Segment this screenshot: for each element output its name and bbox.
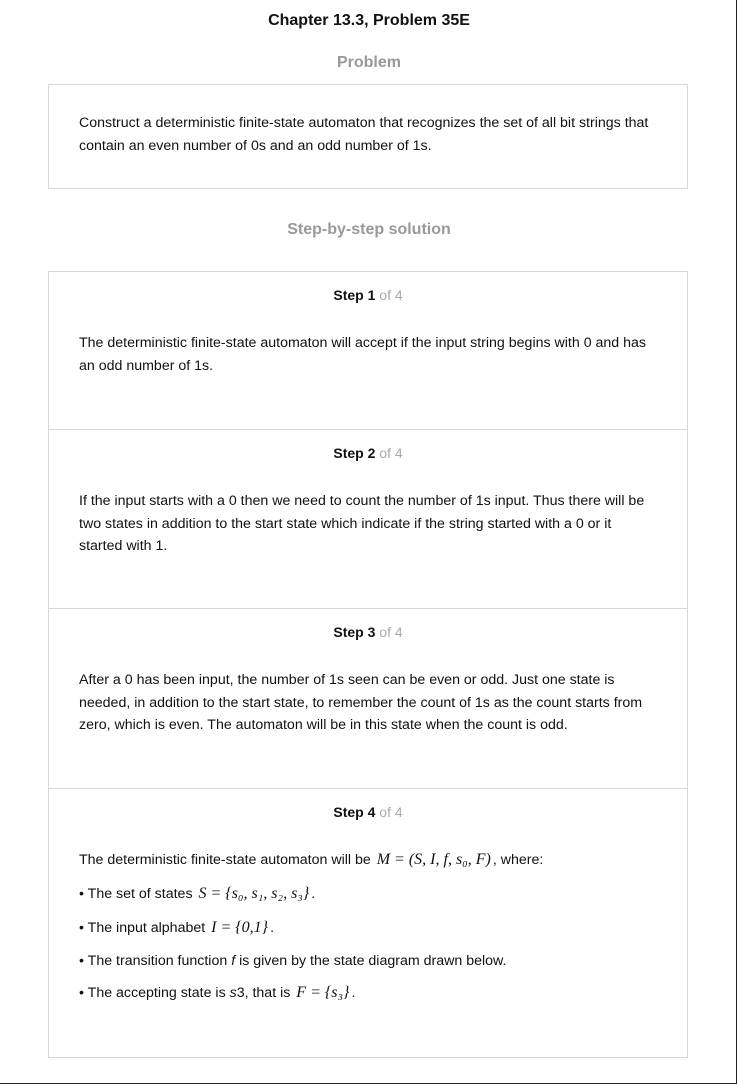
step-1-header: Step 1 of 4 [49, 287, 687, 303]
step-label: Step [333, 287, 364, 303]
step-label: Step [333, 445, 364, 461]
automaton-formula: M = (S, I, f, s₀, F) [376, 851, 491, 868]
bullet-end: is given by the state diagram drawn belo… [235, 953, 507, 969]
step-4: Step 4 of 4 The deterministic finite-sta… [49, 788, 687, 1059]
step-label: Step [333, 804, 364, 820]
step-3-text: After a 0 has been input, the number of … [79, 672, 643, 733]
step-3: Step 3 of 4 After a 0 has been input, th… [49, 608, 687, 789]
bullet-end: . [351, 985, 356, 1001]
step-4-intro: The deterministic finite-state automaton… [79, 849, 657, 871]
step-number: 1 [367, 287, 376, 303]
solution-box: Step 1 of 4 The deterministic finite-sta… [48, 271, 688, 1058]
alphabet-formula: I = {0,1} [211, 919, 269, 936]
step-1: Step 1 of 4 The deterministic finite-sta… [49, 272, 687, 429]
bullet-end: . [311, 886, 316, 902]
bullet-end: . [270, 920, 275, 936]
step-2-header: Step 2 of 4 [49, 445, 687, 461]
step-2-text: If the input starts with a 0 then we nee… [79, 493, 645, 554]
step-of: of 4 [379, 445, 403, 461]
bullet-text: • The accepting state is [79, 985, 230, 1001]
step-of: of 4 [379, 624, 403, 640]
solution-heading: Step-by-step solution [287, 221, 451, 238]
states-formula: S = {s₀, s₁, s₂, s₃} [198, 885, 310, 902]
bullet-mid: 3, that is [236, 985, 291, 1001]
step-label: Step [333, 624, 364, 640]
step-of: of 4 [379, 287, 403, 303]
step-4-header: Step 4 of 4 [49, 804, 687, 820]
step-3-header: Step 3 of 4 [49, 624, 687, 640]
step-2: Step 2 of 4 If the input starts with a 0… [49, 429, 687, 609]
step-number: 3 [367, 624, 376, 640]
bullet-transition: • The transition function f is given by … [79, 950, 657, 972]
state-symbol: s [229, 985, 237, 1001]
accepting-formula: F = {s₃} [296, 984, 350, 1001]
step-of: of 4 [379, 804, 403, 820]
problem-heading: Problem [336, 54, 401, 71]
intro-text: The deterministic finite-state automaton… [79, 852, 371, 868]
problem-text: Construct a deterministic finite-state a… [79, 115, 649, 154]
bullet-states: • The set of states S = {s₀, s₁, s₂, s₃}… [79, 883, 657, 905]
chapter-title: Chapter 13.3, Problem 35E [268, 12, 470, 29]
step-number: 2 [367, 445, 376, 461]
bullet-alphabet: • The input alphabet I = {0,1}. [79, 917, 657, 939]
bullet-text: • The input alphabet [79, 920, 206, 936]
bullet-text: • The transition function [79, 953, 232, 969]
bullet-text: • The set of states [79, 886, 193, 902]
step-number: 4 [367, 804, 376, 820]
problem-box: Construct a deterministic finite-state a… [48, 84, 688, 189]
step-1-text: The deterministic finite-state automaton… [79, 335, 647, 374]
intro-end: , where: [492, 852, 544, 868]
bullet-accepting: • The accepting state is s3, that is F =… [79, 982, 657, 1004]
